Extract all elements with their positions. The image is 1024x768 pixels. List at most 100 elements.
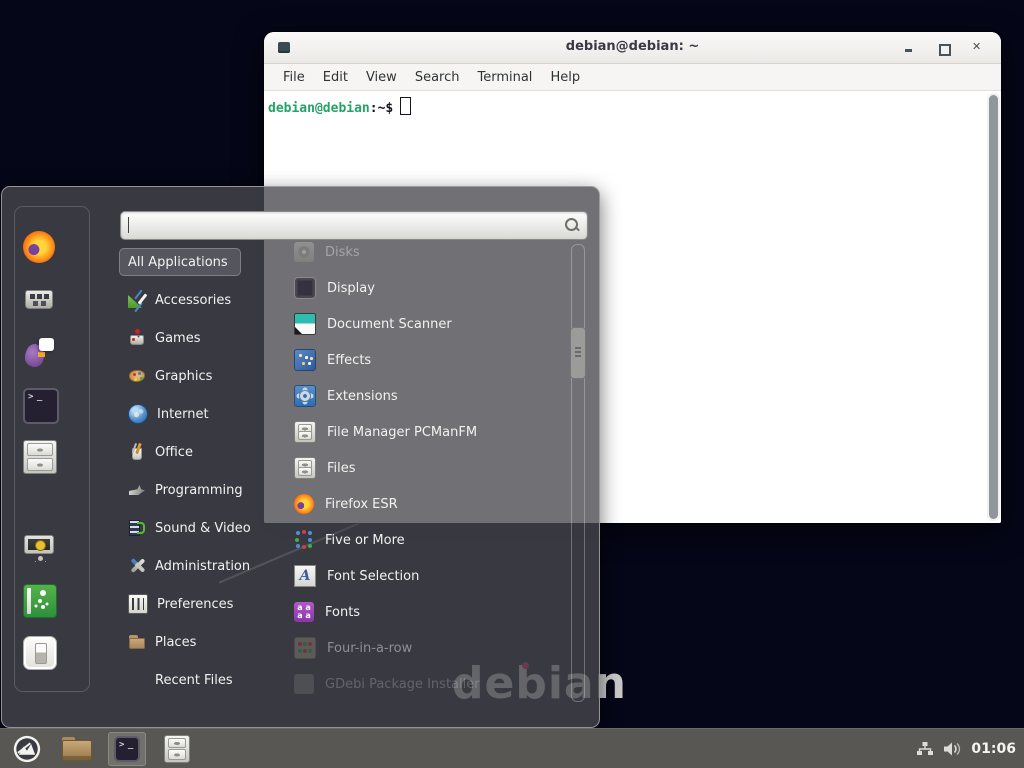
favorite-pidgin[interactable] bbox=[23, 336, 55, 368]
app-item[interactable]: Disks bbox=[294, 238, 564, 266]
effects-icon bbox=[294, 349, 316, 371]
app-label: Disks bbox=[325, 245, 360, 260]
app-item[interactable]: GDebi Package Installer bbox=[294, 670, 564, 698]
app-list: Disks Display Document Scanner Effects E… bbox=[294, 238, 564, 706]
network-icon[interactable] bbox=[916, 741, 934, 757]
file-cabinet-icon bbox=[23, 440, 57, 474]
menubar-item[interactable]: File bbox=[274, 67, 314, 88]
menubar-item[interactable]: Search bbox=[406, 67, 469, 88]
category-label: Programming bbox=[155, 483, 243, 498]
terminal-scrollbar-thumb[interactable] bbox=[989, 95, 998, 519]
favorite-lock-screen[interactable] bbox=[23, 532, 55, 564]
category-item[interactable]: Recent Files bbox=[119, 666, 246, 694]
category-label: Administration bbox=[155, 559, 250, 574]
favorite-software-manager[interactable] bbox=[23, 283, 55, 315]
favorite-terminal[interactable] bbox=[23, 388, 55, 420]
category-item[interactable]: Graphics bbox=[119, 362, 225, 390]
app-label: Fonts bbox=[325, 605, 360, 620]
fonts-icon bbox=[294, 602, 314, 622]
category-label: Places bbox=[155, 635, 196, 650]
menu-search-input[interactable] bbox=[120, 211, 588, 240]
app-label: Firefox ESR bbox=[325, 497, 398, 512]
prompt-user-host: debian@debian bbox=[268, 101, 370, 116]
volume-icon[interactable] bbox=[943, 741, 962, 757]
menubar-item[interactable]: Help bbox=[541, 67, 589, 88]
app-label: Four-in-a-row bbox=[327, 641, 412, 656]
category-list: All Applications Accessories Games Graph… bbox=[119, 248, 279, 704]
shut-down-icon bbox=[23, 636, 57, 670]
category-item[interactable]: Internet bbox=[119, 400, 222, 428]
log-out-icon bbox=[23, 584, 57, 618]
application-menu: All Applications Accessories Games Graph… bbox=[1, 186, 600, 728]
category-label: Recent Files bbox=[155, 673, 233, 688]
font-selection-icon bbox=[294, 565, 316, 587]
app-item[interactable]: Document Scanner bbox=[294, 310, 564, 338]
lock-screen-icon bbox=[23, 532, 55, 564]
menu-scrollbar-thumb[interactable] bbox=[570, 327, 586, 379]
category-item[interactable]: Administration bbox=[119, 552, 263, 580]
menubar-item[interactable]: View bbox=[357, 67, 406, 88]
category-item[interactable]: Games bbox=[119, 324, 213, 352]
menu-button[interactable] bbox=[8, 732, 46, 766]
document-scanner-icon bbox=[294, 313, 316, 335]
category-item[interactable]: All Applications bbox=[119, 248, 241, 276]
category-label: Internet bbox=[157, 407, 209, 422]
menu-scrollbar-track[interactable] bbox=[571, 244, 585, 702]
app-label: Display bbox=[327, 281, 375, 296]
category-label: Sound & Video bbox=[155, 521, 251, 536]
software-manager-icon bbox=[23, 283, 55, 315]
terminal-scrollbar-track[interactable] bbox=[987, 93, 1000, 521]
close-icon[interactable] bbox=[971, 42, 983, 54]
category-item[interactable]: Programming bbox=[119, 476, 256, 504]
maximize-icon[interactable] bbox=[937, 42, 949, 54]
category-label: Games bbox=[155, 331, 200, 346]
file-cabinet-icon bbox=[164, 735, 190, 763]
app-item[interactable]: Extensions bbox=[294, 382, 564, 410]
preferences-icon bbox=[128, 594, 148, 614]
four-in-a-row-icon bbox=[294, 637, 316, 659]
firefox-icon bbox=[23, 231, 55, 263]
category-item[interactable]: Accessories bbox=[119, 286, 244, 314]
taskbar-files-button[interactable] bbox=[158, 732, 196, 766]
terminal-icon bbox=[114, 736, 140, 762]
category-label: Preferences bbox=[157, 597, 233, 612]
app-item[interactable]: Font Selection bbox=[294, 562, 564, 590]
taskbar-tray: 01:06 bbox=[916, 741, 1024, 757]
category-item[interactable]: Office bbox=[119, 438, 206, 466]
desktop: { "desktop": { "watermark": "debian" }, … bbox=[0, 0, 1024, 768]
category-item[interactable]: Places bbox=[119, 628, 209, 656]
favorite-file-manager[interactable] bbox=[23, 440, 55, 472]
favorite-firefox[interactable] bbox=[23, 231, 55, 263]
desktop-folder-button[interactable] bbox=[58, 732, 96, 766]
minimize-icon[interactable] bbox=[903, 42, 915, 54]
favorite-shut-down[interactable] bbox=[23, 636, 55, 668]
app-item[interactable]: Fonts bbox=[294, 598, 564, 626]
five-or-more-icon bbox=[294, 530, 314, 550]
app-label: Effects bbox=[327, 353, 371, 368]
pidgin-icon bbox=[23, 336, 55, 368]
app-item[interactable]: Firefox ESR bbox=[294, 490, 564, 518]
menubar-item[interactable]: Edit bbox=[314, 67, 357, 88]
terminal-titlebar[interactable]: debian@debian: ~ bbox=[264, 32, 1001, 64]
display-icon bbox=[294, 277, 316, 299]
app-item[interactable]: Display bbox=[294, 274, 564, 302]
terminal-menubar: File Edit View Search Terminal Help bbox=[264, 64, 1001, 91]
category-item[interactable]: Preferences bbox=[119, 590, 246, 618]
category-item[interactable]: Sound & Video bbox=[119, 514, 264, 542]
games-icon bbox=[128, 329, 146, 347]
office-icon bbox=[128, 443, 146, 461]
app-item[interactable]: File Manager PCManFM bbox=[294, 418, 564, 446]
app-label: Extensions bbox=[327, 389, 398, 404]
app-item[interactable]: Five or More bbox=[294, 526, 564, 554]
app-item[interactable]: Effects bbox=[294, 346, 564, 374]
app-item[interactable]: Files bbox=[294, 454, 564, 482]
app-label: GDebi Package Installer bbox=[325, 677, 480, 692]
menubar-item[interactable]: Terminal bbox=[468, 67, 541, 88]
taskbar-terminal-button[interactable] bbox=[108, 732, 146, 766]
favorite-log-out[interactable] bbox=[23, 584, 55, 616]
app-item[interactable]: Four-in-a-row bbox=[294, 634, 564, 662]
files-icon bbox=[294, 457, 316, 479]
app-label: File Manager PCManFM bbox=[327, 425, 477, 440]
text-caret bbox=[128, 217, 129, 233]
clock[interactable]: 01:06 bbox=[971, 741, 1016, 757]
